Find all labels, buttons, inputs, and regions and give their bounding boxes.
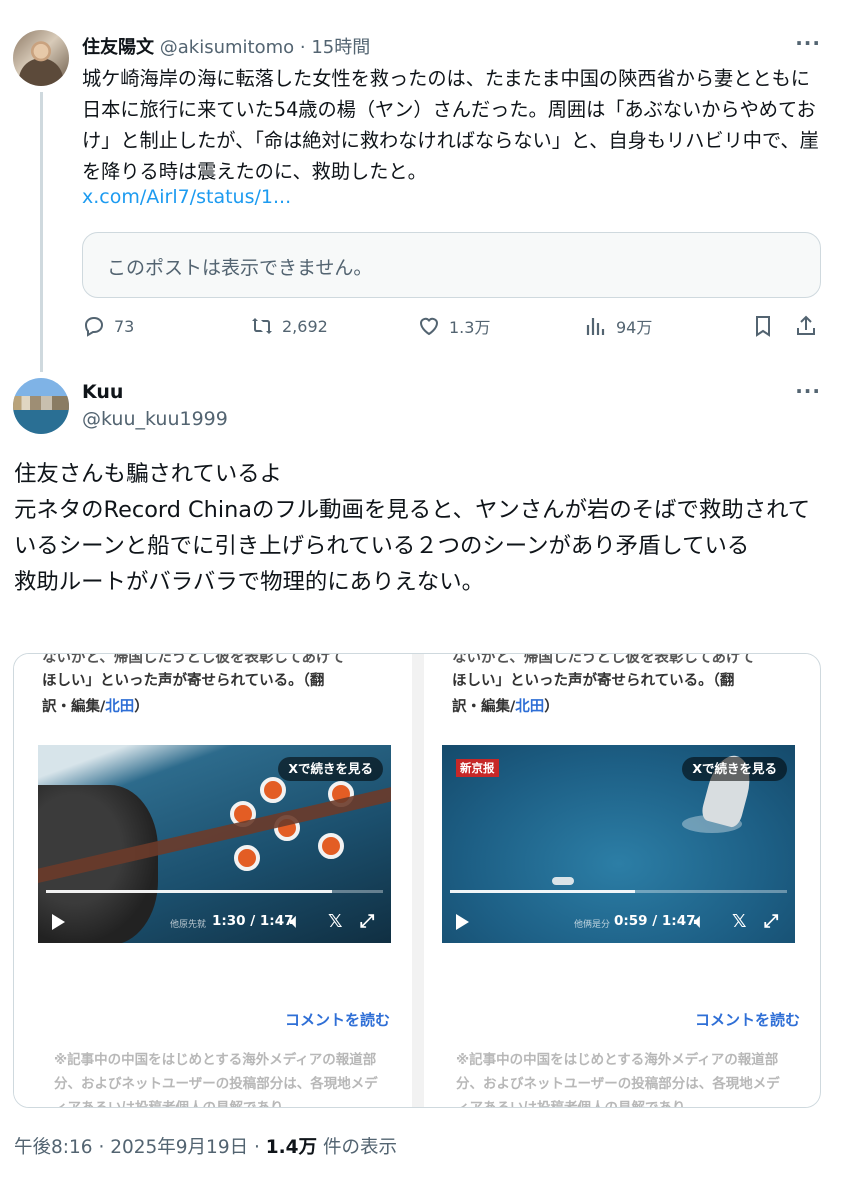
more-options-icon[interactable]: ··· <box>795 379 821 403</box>
media-grid[interactable]: ないがと、帰国したうとし彼を表彰してあげて ほしい」といった声が寄せられている。… <box>13 653 821 1108</box>
video-time: 0:59 / 1:47 <box>614 913 696 929</box>
thread-line <box>40 92 43 372</box>
repost-button[interactable]: 2,692 <box>250 314 328 338</box>
video-controls: 他原先就 1:30 / 1:47 🔈︎ 𝕏 ⤢ <box>38 901 391 943</box>
rescuer <box>234 845 260 871</box>
video-progress[interactable] <box>46 890 383 893</box>
author-handle[interactable]: @kuu_kuu1999 <box>82 408 228 430</box>
fullscreen-icon[interactable]: ⤢ <box>764 911 778 932</box>
article-text-part: ） <box>544 699 559 715</box>
tweet-header: 住友陽文 @akisumitomo · 15時間 <box>82 33 370 59</box>
disclaimer-text: ※記事中の中国をはじめとする海外メディアの報道部分、およびネットユーザーの投稿部… <box>456 1052 780 1108</box>
author-link: 北田 <box>105 699 135 715</box>
tweet-text-line: 元ネタのRecord Chinaのフル動画を見ると、ヤンさんが岩のそばで救助され… <box>14 497 811 559</box>
views-label: 件の表示 <box>322 1137 397 1158</box>
article-cut-line: ないがと、帰国したうとし彼を表彰してあげて <box>42 654 346 666</box>
video-credit: 他俩是分 <box>574 920 611 930</box>
share-icon <box>797 315 815 335</box>
volume-icon[interactable]: 🔈︎ <box>694 911 705 932</box>
repost-icon <box>252 318 272 334</box>
author-name[interactable]: Kuu <box>82 381 123 403</box>
tweet-link[interactable]: x.com/Airl7/status/1... <box>82 186 291 208</box>
media-divider <box>412 654 424 1107</box>
continue-on-x-button[interactable]: Xで続きを見る <box>682 757 787 781</box>
video-thumbnail: Xで続きを見る 他原先就 1:30 / 1:47 🔈︎ 𝕏 ⤢ <box>38 745 391 943</box>
fullscreen-icon[interactable]: ⤢ <box>360 911 374 932</box>
tweet-footer: 午後8:16 · 2025年9月19日 · 1.4万 件の表示 <box>14 1137 397 1158</box>
video-progress[interactable] <box>450 890 787 893</box>
read-comments-link: コメントを読む <box>284 1011 390 1029</box>
article-line: 訳・編集/北田） <box>42 694 387 720</box>
media-image-2[interactable]: ないがと、帰国したうとし彼を表彰してあげて ほしい」といった声が寄せられている。… <box>424 654 818 1108</box>
play-icon[interactable] <box>456 914 469 930</box>
reply-count: 73 <box>114 316 135 336</box>
post-date[interactable]: 2025年9月19日 <box>110 1137 248 1158</box>
timestamp[interactable]: 15時間 <box>311 37 370 58</box>
read-comments-link: コメントを読む <box>694 1011 800 1029</box>
tweet-text: 住友さんも騙されているよ 元ネタのRecord Chinaのフル動画を見ると、ヤ… <box>14 456 824 600</box>
tweet-actions: 73 2,692 1.3万 94万 <box>82 314 822 346</box>
continue-on-x-button[interactable]: Xで続きを見る <box>278 757 383 781</box>
play-icon[interactable] <box>52 914 65 930</box>
views-count: 1.4万 <box>265 1137 318 1158</box>
article-cut-line: ないがと、帰国したうとし彼を表彰してあげて <box>452 654 756 666</box>
separator: · <box>299 37 306 58</box>
article-text-part: 訳・編集/ <box>452 699 516 715</box>
reply-button[interactable]: 73 <box>82 314 134 338</box>
media-image-1[interactable]: ないがと、帰国したうとし彼を表彰してあげて ほしい」といった声が寄せられている。… <box>14 654 408 1108</box>
heart-icon <box>419 317 439 336</box>
swimmer <box>552 877 574 885</box>
x-logo-icon[interactable]: 𝕏 <box>732 911 747 932</box>
author-link: 北田 <box>515 699 545 715</box>
like-count: 1.3万 <box>449 318 491 337</box>
quoted-post[interactable]: このポストは表示できません。 <box>82 232 821 298</box>
disclaimer-text: ※記事中の中国をはじめとする海外メディアの報道部分、およびネットユーザーの投稿部… <box>54 1052 378 1108</box>
article-line: 訳・編集/北田） <box>452 694 797 720</box>
like-button[interactable]: 1.3万 <box>417 314 490 338</box>
rescuer <box>260 777 286 803</box>
article-line: ほしい」といった声が寄せられている。（翻 <box>452 673 735 689</box>
avatar[interactable] <box>13 30 69 86</box>
article-text: ないがと、帰国したうとし彼を表彰してあげて ほしい」といった声が寄せられている。… <box>452 654 797 720</box>
article-text: ないがと、帰国したうとし彼を表彰してあげて ほしい」といった声が寄せられている。… <box>42 654 387 720</box>
views-button[interactable]: 94万 <box>584 314 652 338</box>
avatar[interactable] <box>13 378 69 434</box>
news-logo: 新京报 <box>456 759 499 777</box>
volume-icon[interactable]: 🔈︎ <box>290 911 301 932</box>
video-controls: 他俩是分 0:59 / 1:47 🔈︎ 𝕏 ⤢ <box>442 901 795 943</box>
article-text-part: 訳・編集/ <box>42 699 106 715</box>
post-time[interactable]: 午後8:16 <box>14 1137 93 1158</box>
bookmark-button[interactable] <box>751 314 775 338</box>
quote-unavailable-text: このポストは表示できません。 <box>107 257 373 279</box>
author-name[interactable]: 住友陽文 <box>82 37 154 58</box>
tweet-text-line: 救助ルートがバラバラで物理的にありえない。 <box>14 569 484 595</box>
tweet-text-line: 住友さんも騙されているよ <box>14 461 283 487</box>
bookmark-icon <box>756 316 770 337</box>
analytics-icon <box>586 318 605 335</box>
more-options-icon[interactable]: ··· <box>795 31 821 55</box>
reply-icon <box>84 316 104 337</box>
article-line: ほしい」といった声が寄せられている。（翻 <box>42 673 325 689</box>
author-handle[interactable]: @akisumitomo <box>160 37 294 58</box>
video-thumbnail: 新京报 Xで続きを見る 他俩是分 0:59 / 1:47 🔈︎ 𝕏 ⤢ <box>442 745 795 943</box>
article-text-part: ） <box>134 699 149 715</box>
video-credit: 他原先就 <box>170 920 207 930</box>
views-count: 94万 <box>616 318 653 337</box>
rescuer <box>318 833 344 859</box>
video-time: 1:30 / 1:47 <box>212 913 294 929</box>
repost-count: 2,692 <box>282 316 328 336</box>
tweet-text: 城ケ崎海岸の海に転落した女性を救ったのは、たまたま中国の陝西省から妻とともに日本… <box>82 67 819 183</box>
share-button[interactable] <box>794 314 818 338</box>
x-logo-icon[interactable]: 𝕏 <box>328 911 343 932</box>
